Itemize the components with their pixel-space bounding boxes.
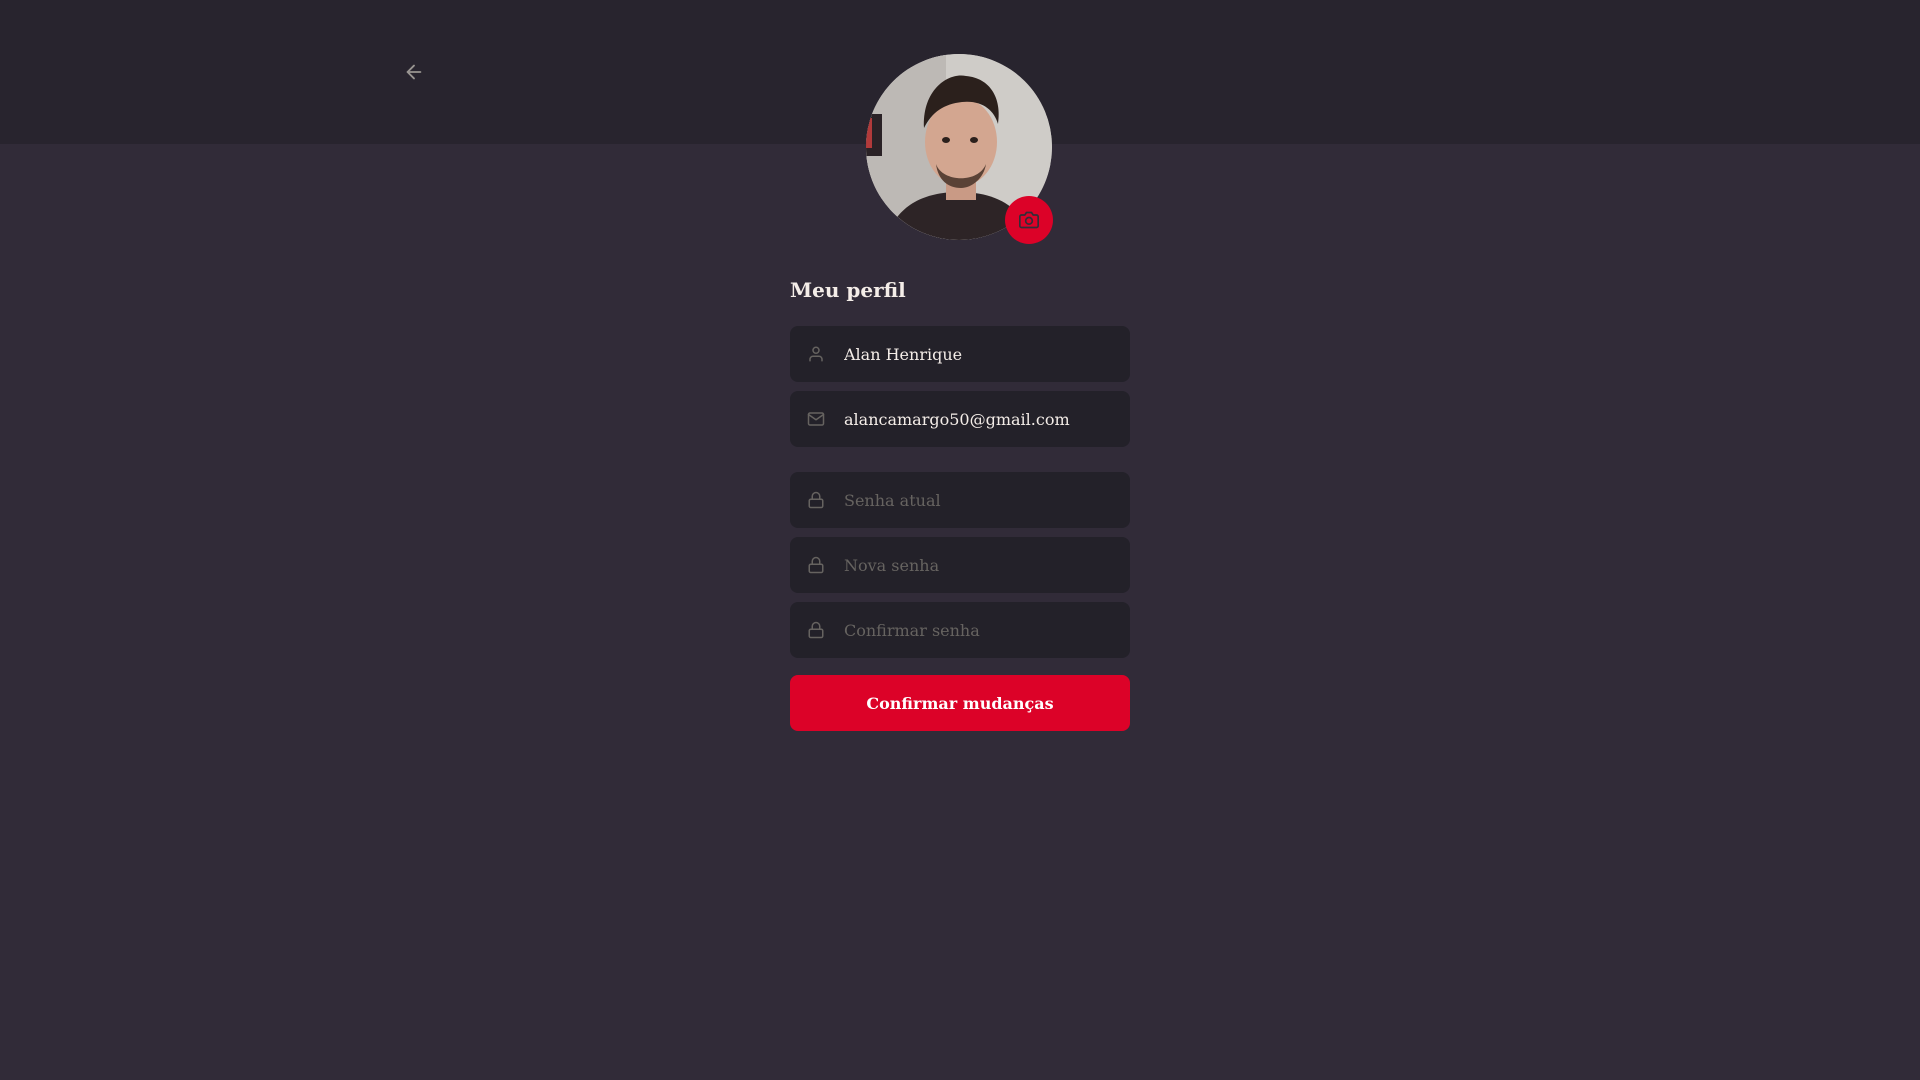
- name-input[interactable]: [844, 344, 1114, 364]
- back-button[interactable]: [396, 54, 432, 90]
- old-password-field[interactable]: [790, 472, 1130, 528]
- lock-icon: [806, 620, 826, 640]
- confirm-password-field[interactable]: [790, 602, 1130, 658]
- confirm-password-input[interactable]: [844, 620, 1114, 640]
- user-icon: [806, 344, 826, 364]
- mail-icon: [806, 409, 826, 429]
- name-field[interactable]: [790, 326, 1130, 382]
- new-password-input[interactable]: [844, 555, 1114, 575]
- confirm-changes-button[interactable]: Confirmar mudanças: [790, 675, 1130, 731]
- avatar-container: [866, 54, 1053, 244]
- arrow-left-icon: [406, 64, 422, 80]
- profile-form: Meu perfil Alan Henrique alancamargo50@g…: [790, 274, 1130, 731]
- email-field[interactable]: [790, 391, 1130, 447]
- camera-icon: [1019, 211, 1039, 229]
- page-title: Meu perfil: [790, 278, 906, 302]
- old-password-input[interactable]: [844, 490, 1114, 510]
- lock-icon: [806, 555, 826, 575]
- email-input[interactable]: [844, 409, 1114, 429]
- change-avatar-button[interactable]: [1005, 196, 1053, 244]
- new-password-field[interactable]: [790, 537, 1130, 593]
- lock-icon: [806, 490, 826, 510]
